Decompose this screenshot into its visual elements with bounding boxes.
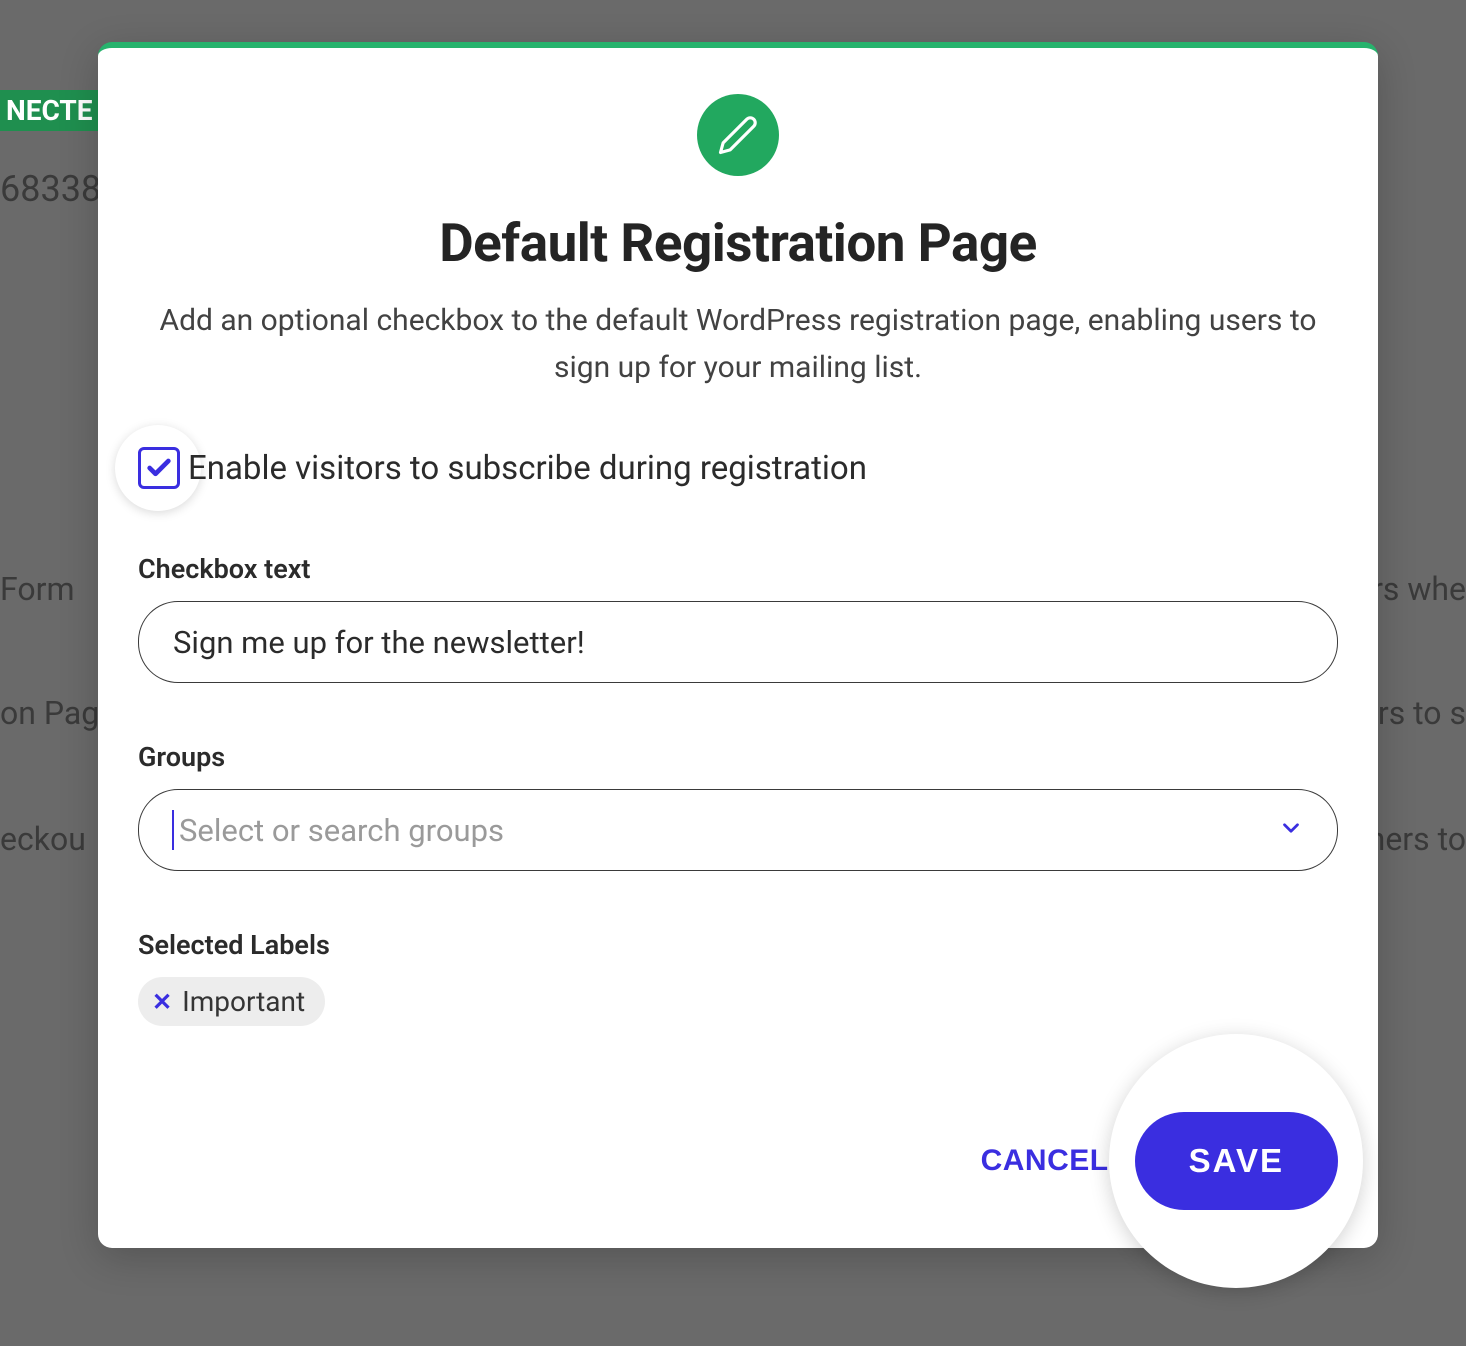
check-icon bbox=[145, 454, 173, 482]
enable-subscribe-label: Enable visitors to subscribe during regi… bbox=[188, 449, 867, 488]
cancel-button[interactable]: CANCEL bbox=[981, 1144, 1109, 1178]
bg-connected-badge: NECTE bbox=[0, 90, 99, 131]
groups-label: Groups bbox=[138, 741, 1338, 773]
checkbox-text-input[interactable] bbox=[138, 601, 1338, 683]
chip-label: Important bbox=[182, 985, 305, 1018]
checkbox-text-label: Checkbox text bbox=[138, 553, 1338, 585]
bg-nersto-text: ners to bbox=[1368, 820, 1466, 858]
text-cursor bbox=[172, 810, 174, 850]
bg-form-text: Form bbox=[0, 570, 75, 608]
registration-modal: Default Registration Page Add an optiona… bbox=[98, 42, 1378, 1248]
pencil-icon bbox=[697, 94, 779, 176]
bg-eckou-text: eckou bbox=[0, 820, 86, 858]
chip-important: ✕ Important bbox=[138, 977, 325, 1026]
chip-remove-icon[interactable]: ✕ bbox=[152, 988, 172, 1016]
enable-subscribe-checkbox[interactable] bbox=[138, 447, 180, 489]
selected-labels-label: Selected Labels bbox=[138, 929, 1338, 961]
modal-title: Default Registration Page bbox=[138, 212, 1338, 274]
modal-description: Add an optional checkbox to the default … bbox=[153, 298, 1323, 391]
groups-select[interactable]: Select or search groups bbox=[138, 789, 1338, 871]
save-button[interactable]: SAVE bbox=[1135, 1112, 1338, 1210]
groups-placeholder: Select or search groups bbox=[179, 812, 504, 849]
